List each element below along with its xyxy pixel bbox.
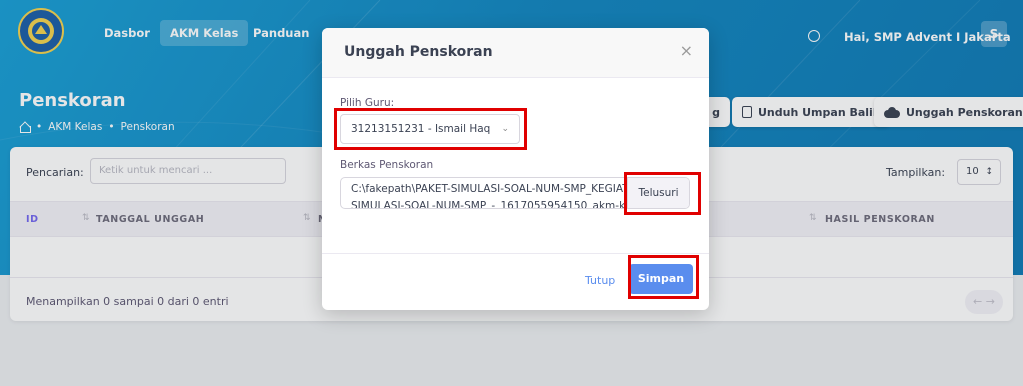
file-path-line-2: SIMULASI-SOAL-NUM-SMP_-_1617055954150_ak… bbox=[351, 200, 647, 209]
close-icon[interactable]: × bbox=[680, 41, 693, 60]
highlight-save-button bbox=[628, 255, 699, 299]
modal-header: Unggah Penskoran × bbox=[322, 28, 709, 78]
modal-title: Unggah Penskoran bbox=[344, 44, 493, 60]
file-path-line-1: C:\fakepath\PAKET-SIMULASI-SOAL-NUM-SMP_… bbox=[351, 183, 647, 195]
close-button[interactable]: Tutup bbox=[585, 274, 615, 287]
file-label: Berkas Penskoran bbox=[340, 159, 434, 171]
highlight-guru-select bbox=[334, 108, 527, 150]
highlight-browse-button bbox=[624, 172, 701, 215]
